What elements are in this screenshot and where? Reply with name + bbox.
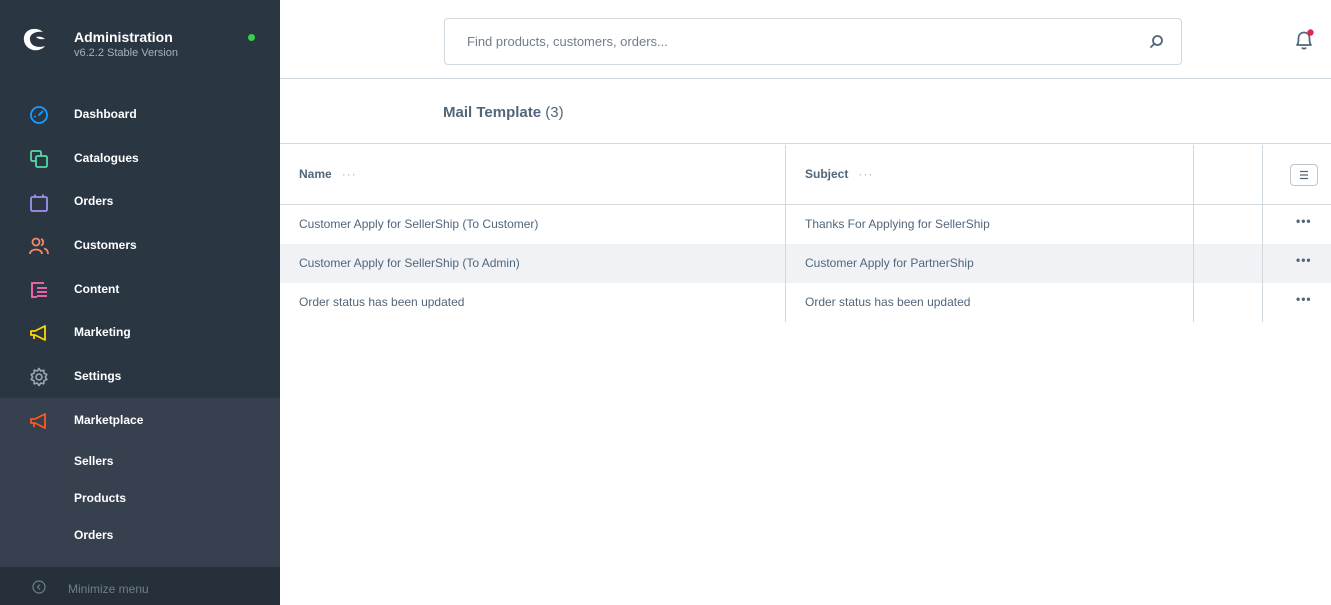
content-icon [31,282,47,298]
list-settings-icon [1300,170,1308,180]
cell-subject: Thanks For Applying for SellerShip [805,217,990,231]
app-title: Administration [74,29,173,45]
cell-subject: Customer Apply for PartnerShip [805,256,974,270]
cell-name[interactable]: Customer Apply for SellerShip (To Admin) [299,256,520,270]
column-menu-icon[interactable]: ··· [858,167,873,181]
sidebar-item-customers[interactable]: Customers [0,223,280,267]
cell-name[interactable]: Customer Apply for SellerShip (To Custom… [299,217,538,231]
global-search [444,18,1182,65]
column-divider [785,145,786,322]
submenu-item-orders[interactable]: Orders [74,528,113,542]
sidebar-item-settings[interactable]: Settings [0,354,280,398]
submenu-item-products[interactable]: Products [74,491,126,505]
sidebar-item-label: Orders [74,194,114,208]
status-indicator [248,34,255,41]
minimize-menu-button[interactable]: Minimize menu [0,567,280,605]
cell-subject: Order status has been updated [805,295,971,309]
mail-template-grid: Name ··· Subject ··· Customer Apply for Se… [280,145,1331,322]
page-title: Mail Template (3) [443,104,564,121]
marketing-icon [30,325,46,341]
grid-header: Name ··· Subject ··· [280,145,1331,205]
orders-icon [30,194,48,212]
sidebar-item-label: Catalogues [74,151,139,165]
column-menu-icon[interactable]: ··· [342,167,357,181]
marketplace-icon [30,413,46,429]
row-context-menu-icon[interactable]: ••• [1296,214,1312,228]
sidebar-item-catalogues[interactable]: Catalogues [0,136,280,180]
sidebar-item-marketplace[interactable]: Marketplace [0,398,280,442]
sidebar-item-label: Marketplace [74,413,144,427]
table-row[interactable]: Customer Apply for SellerShip (To Custom… [280,205,1331,244]
minimize-menu-label: Minimize menu [68,582,149,596]
catalogues-icon [30,150,48,168]
page-title-bar: Mail Template (3) [280,80,1331,144]
sidebar-item-marketing[interactable]: Marketing [0,310,280,354]
sidebar-item-label: Settings [74,369,122,383]
notification-bell-icon[interactable] [1293,28,1315,52]
cell-name[interactable]: Order status has been updated [299,295,464,309]
page-title-count: (3) [545,104,564,121]
table-row[interactable]: Customer Apply for SellerShip (To Admin)… [280,244,1331,283]
brand-header: Administration v6.2.2 Stable Version [0,0,280,76]
table-row[interactable]: Order status has been updated Order stat… [280,283,1331,322]
page-title-text: Mail Template [443,104,542,121]
grid-settings-button[interactable] [1290,164,1318,186]
column-divider [1262,145,1263,322]
sidebar-item-dashboard[interactable]: Dashboard [0,92,280,136]
sidebar-item-label: Customers [74,238,137,252]
column-divider [1193,145,1194,322]
submenu-item-sellers[interactable]: Sellers [74,454,113,468]
app-version: v6.2.2 Stable Version [74,47,178,59]
column-header-label: Name [299,167,332,181]
settings-icon [30,367,48,387]
marketplace-submenu: Sellers Products Orders [0,442,280,567]
row-context-menu-icon[interactable]: ••• [1296,253,1312,267]
sidebar-item-content[interactable]: Content [0,267,280,311]
chevron-left-icon [32,580,46,594]
search-input[interactable] [467,19,1127,64]
column-header-label: Subject [805,167,849,181]
dashboard-icon [30,106,48,124]
column-header-subject[interactable]: Subject ··· [805,167,873,181]
column-header-name[interactable]: Name ··· [299,167,357,181]
row-context-menu-icon[interactable]: ••• [1296,292,1312,306]
sidebar-item-orders[interactable]: Orders [0,179,280,223]
sidebar-item-label: Content [74,282,120,296]
shopware-logo [23,28,45,51]
sidebar-item-label: Dashboard [74,107,137,121]
customers-icon [29,237,49,255]
sidebar: Administration v6.2.2 Stable Version Das… [0,0,280,605]
top-bar [280,0,1331,79]
sidebar-item-label: Marketing [74,325,131,339]
search-icon[interactable] [1148,33,1165,50]
